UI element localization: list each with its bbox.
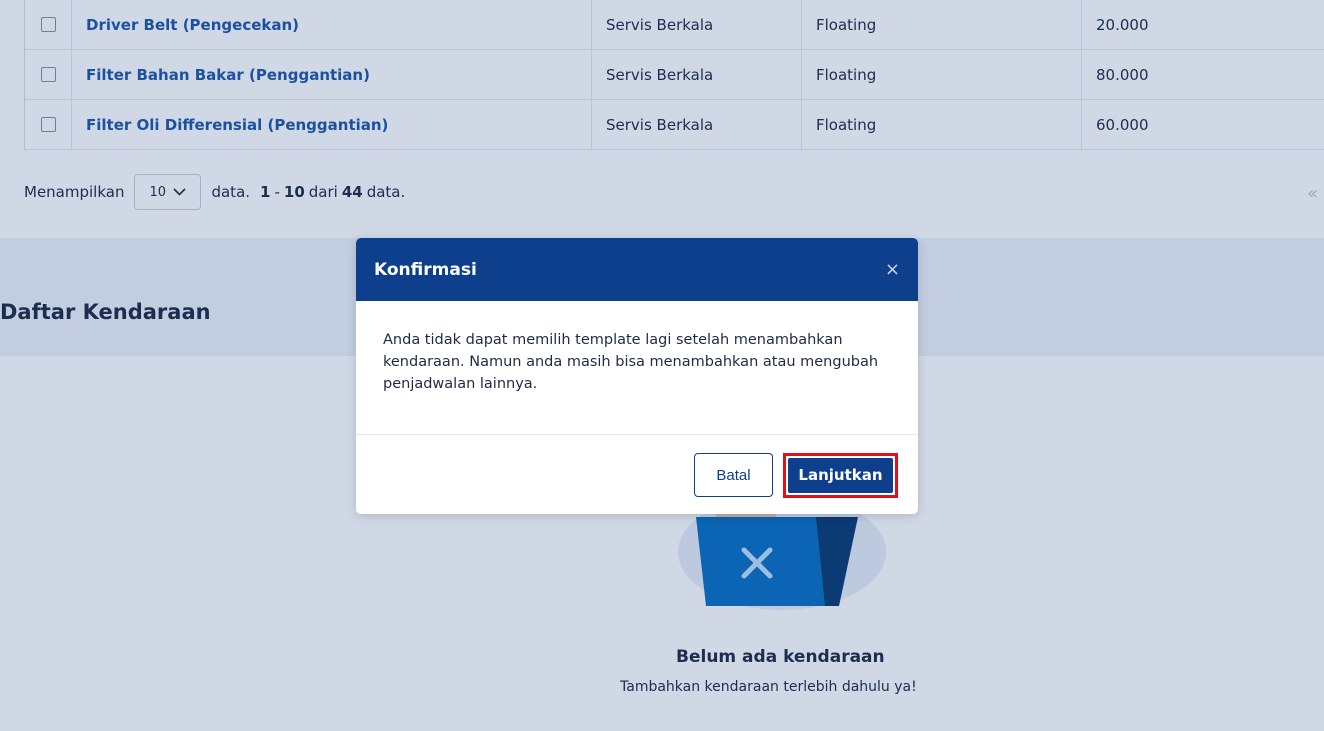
dialog-header: Konfirmasi × [356,238,918,301]
cancel-button[interactable]: Batal [694,453,773,497]
dialog-footer: Batal Lanjutkan [356,436,918,514]
dialog-message: Anda tidak dapat memilih template lagi s… [383,332,879,392]
dialog-title: Konfirmasi [374,259,477,280]
confirmation-dialog: Konfirmasi × Anda tidak dapat memilih te… [356,238,918,514]
close-icon[interactable]: × [885,260,900,279]
continue-button-highlight: Lanjutkan [783,452,898,498]
continue-button[interactable]: Lanjutkan [788,457,893,493]
dialog-body: Anda tidak dapat memilih template lagi s… [356,301,918,435]
